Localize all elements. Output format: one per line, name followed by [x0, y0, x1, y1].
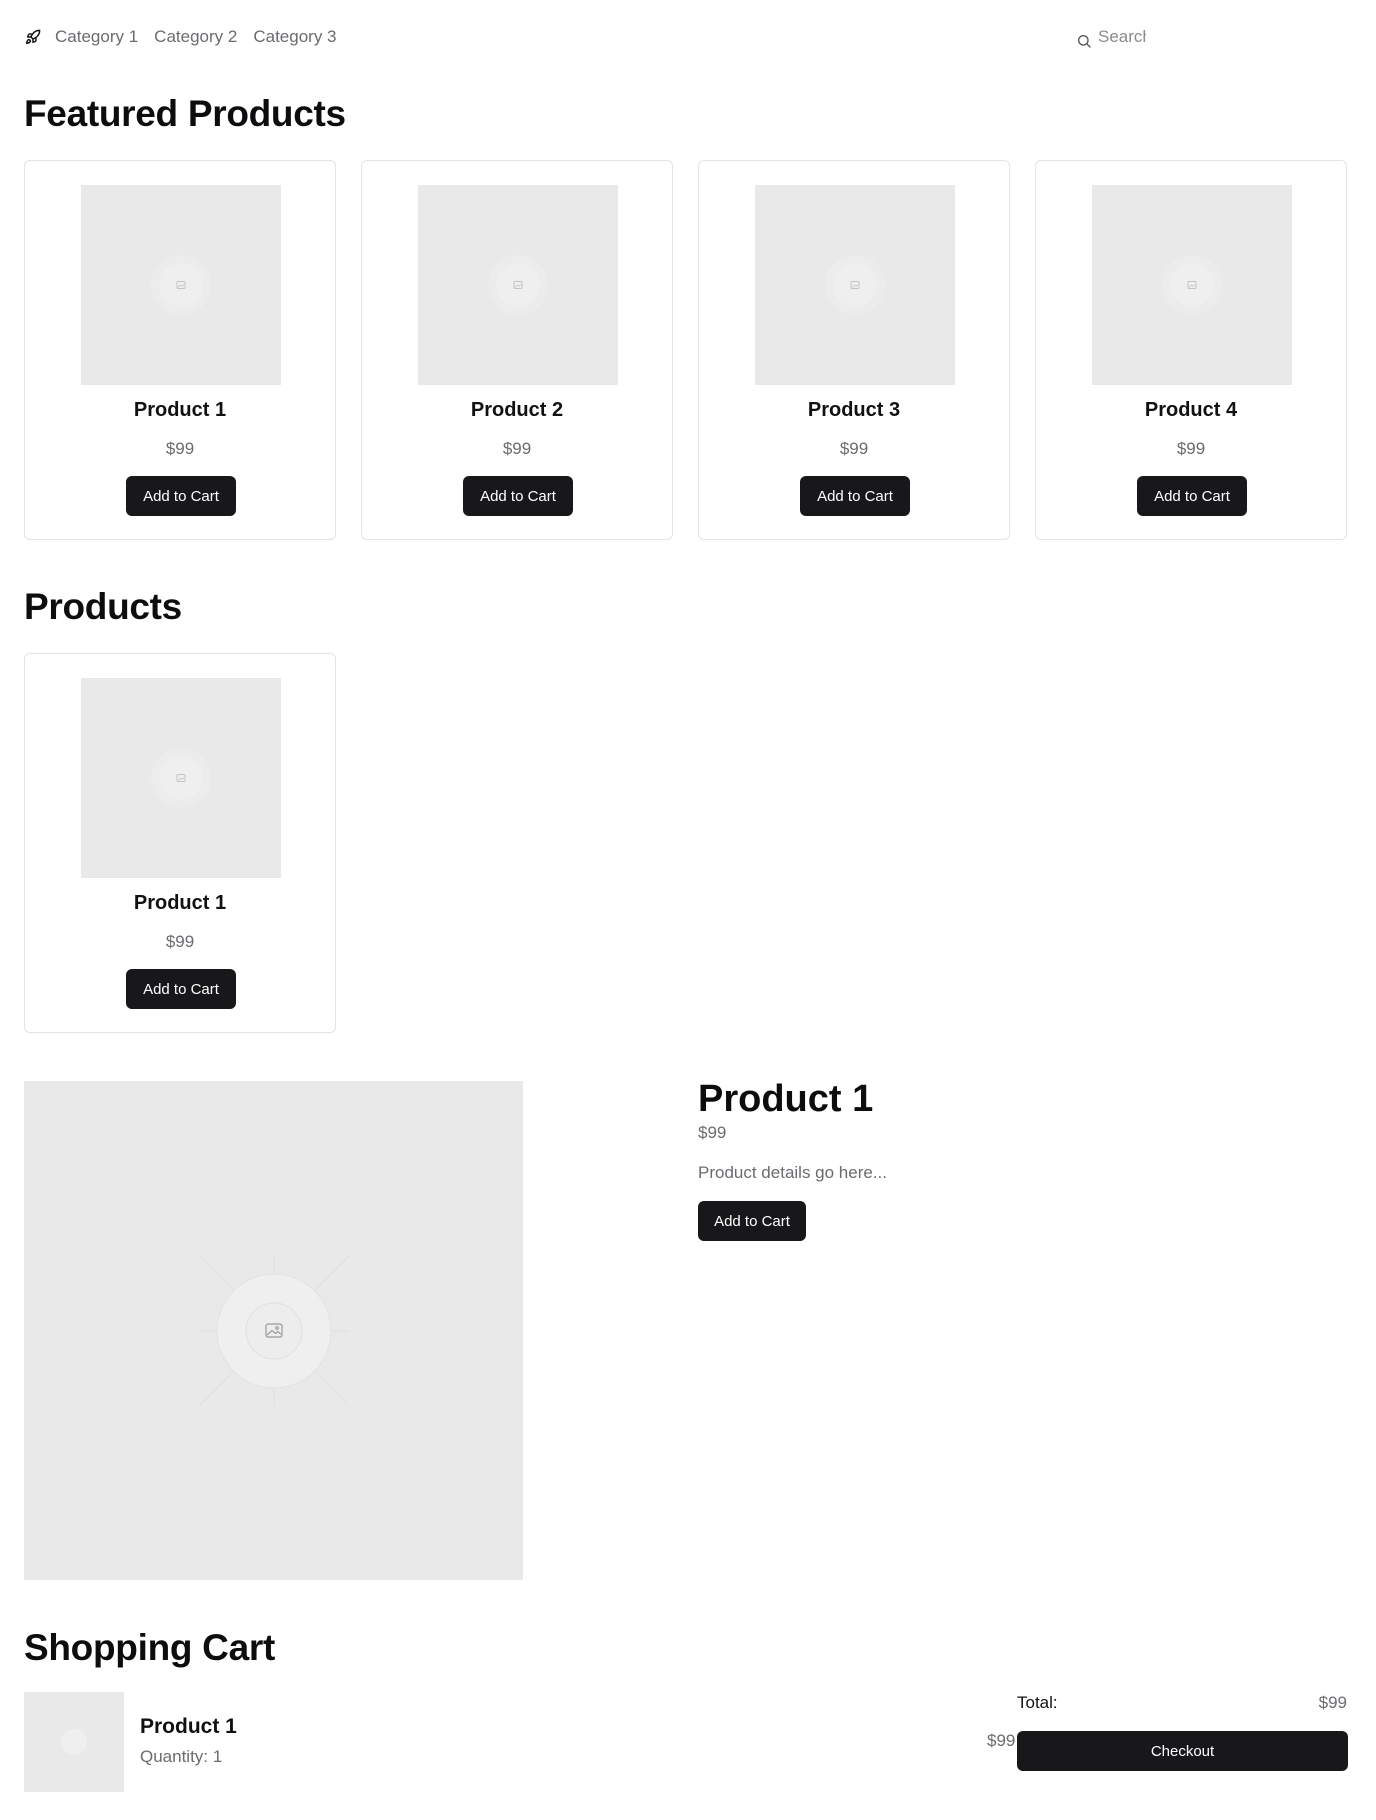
image-placeholder-icon	[159, 263, 203, 307]
product-image	[418, 185, 618, 385]
search-icon	[1076, 33, 1092, 49]
add-to-cart-button[interactable]: Add to Cart	[698, 1201, 806, 1241]
nav-link-category-1[interactable]: Category 1	[55, 27, 138, 47]
search-input[interactable]	[1098, 27, 1146, 47]
checkout-button[interactable]: Checkout	[1017, 1731, 1348, 1771]
product-price: $99	[1176, 439, 1206, 458]
image-placeholder-icon	[1170, 263, 1214, 307]
product-image	[755, 185, 955, 385]
image-placeholder-icon	[159, 756, 203, 800]
rocket-icon[interactable]	[24, 28, 42, 46]
product-card-1: Product 1 $99 Add to Cart	[24, 653, 336, 1033]
product-image	[81, 678, 281, 878]
product-detail-title: Product 1	[698, 1078, 874, 1120]
featured-products-title: Featured Products	[24, 93, 346, 134]
shopping-cart-title: Shopping Cart	[24, 1627, 275, 1668]
product-price: $99	[839, 439, 869, 458]
product-price: $99	[165, 439, 195, 458]
cart-item-image	[24, 1692, 124, 1792]
add-to-cart-button[interactable]: Add to Cart	[463, 476, 573, 516]
cart-item-name: Product 1	[140, 1715, 237, 1738]
cart-total-label: Total:	[1017, 1693, 1058, 1712]
add-to-cart-button[interactable]: Add to Cart	[1137, 476, 1247, 516]
featured-product-card-1: Product 1 $99 Add to Cart	[24, 160, 336, 540]
add-to-cart-button[interactable]: Add to Cart	[126, 476, 236, 516]
product-detail-description: Product details go here...	[698, 1163, 888, 1182]
product-detail-price: $99	[698, 1123, 727, 1142]
image-placeholder-icon	[198, 1255, 350, 1407]
product-image	[81, 185, 281, 385]
featured-product-card-2: Product 2 $99 Add to Cart	[361, 160, 673, 540]
cart-total-value: $99	[1318, 1693, 1347, 1712]
featured-product-card-4: Product 4 $99 Add to Cart	[1035, 160, 1347, 540]
top-nav: Category 1 Category 2 Category 3	[24, 24, 353, 50]
product-name: Product 1	[133, 892, 227, 914]
product-name: Product 3	[807, 399, 901, 421]
nav-link-category-3[interactable]: Category 3	[253, 27, 336, 47]
product-price: $99	[502, 439, 532, 458]
product-detail-image	[24, 1081, 523, 1580]
cart-item-quantity: Quantity: 1	[140, 1747, 223, 1766]
product-name: Product 2	[470, 399, 564, 421]
product-price: $99	[165, 932, 195, 951]
search-box	[1076, 24, 1276, 50]
cart-item-price: $99	[987, 1731, 1016, 1750]
product-image	[1092, 185, 1292, 385]
product-name: Product 1	[133, 399, 227, 421]
image-placeholder-icon	[61, 1729, 87, 1755]
featured-product-card-3: Product 3 $99 Add to Cart	[698, 160, 1010, 540]
add-to-cart-button[interactable]: Add to Cart	[126, 969, 236, 1009]
image-placeholder-icon	[833, 263, 877, 307]
product-name: Product 4	[1144, 399, 1238, 421]
nav-link-category-2[interactable]: Category 2	[154, 27, 237, 47]
products-title: Products	[24, 586, 182, 627]
add-to-cart-button[interactable]: Add to Cart	[800, 476, 910, 516]
image-placeholder-icon	[496, 263, 540, 307]
